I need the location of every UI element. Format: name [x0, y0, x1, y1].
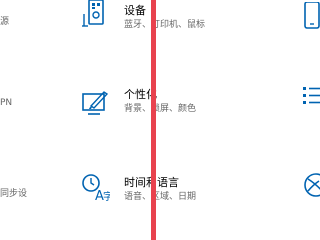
time-language-icon: A 字 [80, 172, 113, 204]
tile-personalization[interactable]: 个性化 背景、锁屏、颜色 [80, 84, 280, 128]
tile-desc: 蓝牙、打印机、鼠标 [124, 20, 206, 30]
devices-icon [80, 0, 110, 30]
left-tile-desc-2: PN [0, 98, 13, 108]
phone-icon[interactable] [299, 2, 320, 32]
tile-time-language[interactable]: A 字 时间和语言 语音、区域、日期 [80, 172, 280, 216]
annotation-line [151, 0, 156, 240]
tile-devices[interactable]: 设备 蓝牙、打印机、鼠标 [80, 0, 280, 44]
left-tile-desc-1: 源 [0, 17, 10, 27]
settings-page: 源 PN 同步设 设备 蓝牙、打印机、鼠标 个性化 背景、锁屏、颜色 A 字 语… [0, 0, 320, 240]
personalization-icon [80, 88, 110, 118]
svg-text:字: 字 [103, 190, 110, 202]
apps-list-icon[interactable] [299, 84, 320, 114]
tile-desc: 语音、区域、日期 [124, 192, 197, 202]
xbox-icon[interactable] [299, 170, 320, 200]
left-tile-desc-3: 同步设 [0, 189, 28, 199]
tile-title: 设备 [124, 4, 146, 17]
tile-desc: 背景、锁屏、颜色 [124, 104, 197, 114]
